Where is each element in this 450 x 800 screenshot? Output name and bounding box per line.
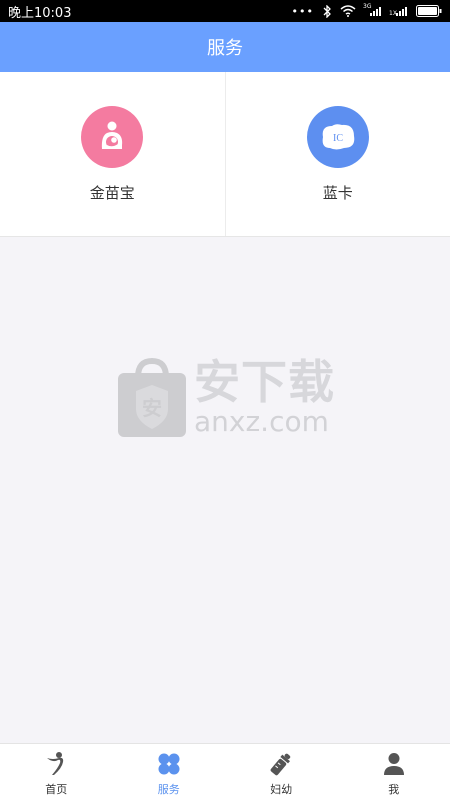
service-jinmiaobao[interactable]: 金苗宝	[0, 72, 225, 236]
watermark-cn: 安下载	[194, 354, 335, 409]
status-time: 晚上10:03	[8, 5, 72, 21]
tab-maternal-child[interactable]: 妇幼	[225, 744, 338, 800]
tab-home[interactable]: 首页	[0, 744, 113, 800]
ic-card-icon: IC	[306, 106, 369, 168]
person-icon	[381, 751, 407, 777]
more-dots-icon: •••	[291, 4, 314, 18]
service-grid: 金苗宝 IC 蓝卡	[0, 72, 450, 237]
status-bar: 晚上10:03 ••• 3G 1X	[0, 0, 450, 22]
battery-icon	[416, 5, 442, 17]
shopping-bag-logo-icon: 安	[118, 357, 186, 437]
bluetooth-icon	[323, 4, 331, 18]
grid-icon	[156, 751, 182, 777]
bottom-tab-bar: 首页 服务 妇幼 我	[0, 743, 450, 800]
figure-icon	[43, 751, 69, 777]
baby-bottle-icon	[268, 751, 294, 777]
service-lanka[interactable]: IC 蓝卡	[224, 72, 450, 236]
tab-me[interactable]: 我	[338, 744, 450, 800]
tab-label: 服务	[157, 783, 180, 796]
wifi-icon	[340, 5, 356, 17]
watermark-badge-text: 安	[142, 396, 162, 420]
sim-type-label: 1X	[389, 10, 397, 17]
service-label: 金苗宝	[89, 184, 135, 202]
tab-label: 妇幼	[270, 783, 293, 796]
tab-label: 我	[388, 783, 400, 796]
watermark-text: 安下载 anxz.com	[194, 359, 335, 438]
service-label: 蓝卡	[322, 184, 353, 202]
tab-label: 首页	[45, 783, 68, 796]
status-icons: ••• 3G 1X	[291, 3, 442, 18]
breastfeeding-icon	[81, 106, 144, 168]
page-title: 服务	[207, 38, 243, 59]
network-type-label: 3G	[363, 3, 372, 10]
watermark-en: anxz.com	[194, 404, 329, 438]
app-header: 服务	[0, 22, 450, 72]
signal-3g-indicator: 3G	[363, 3, 382, 18]
ic-card-text: IC	[333, 133, 343, 144]
watermark: 安 安下载 anxz.com	[116, 357, 335, 439]
tab-service[interactable]: 服务	[113, 744, 226, 800]
signal-1x-indicator: 1X	[389, 4, 408, 18]
